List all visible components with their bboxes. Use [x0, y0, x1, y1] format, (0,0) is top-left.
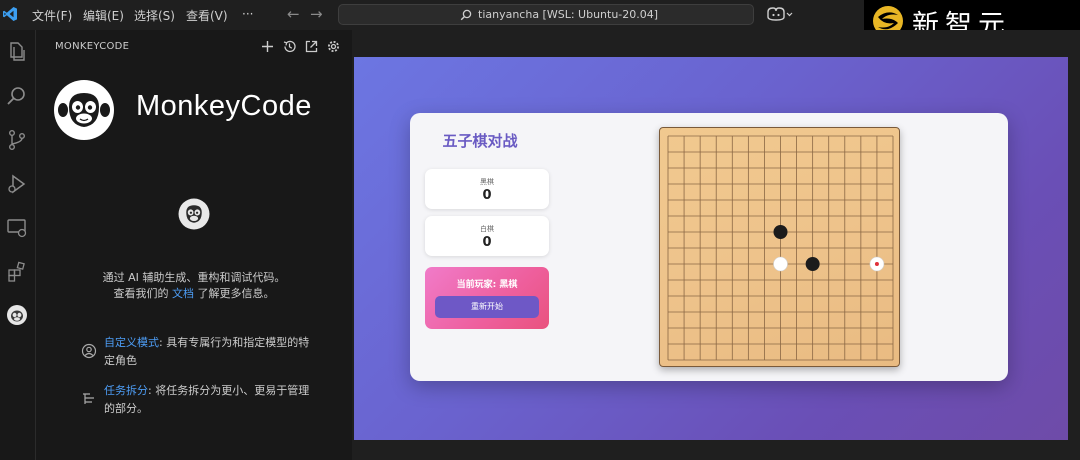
menu-file[interactable]: 文件(F) [32, 7, 72, 24]
brand-name: MonkeyCode [136, 90, 312, 122]
explorer-icon[interactable] [5, 40, 29, 64]
sidebar-title: MONKEYCODE [55, 41, 130, 52]
vscode-logo-icon[interactable] [2, 6, 18, 22]
remote-explorer-icon[interactable] [5, 216, 29, 240]
menu-edit[interactable]: 编辑(E) [83, 7, 124, 24]
forward-arrow-icon[interactable]: → [310, 5, 323, 23]
intro-docs-suffix: 了解更多信息。 [194, 287, 275, 300]
search-icon[interactable] [5, 84, 29, 108]
black-score-label: 黑棋 [480, 178, 494, 186]
white-score-label: 白棋 [480, 225, 494, 233]
last-move-marker [874, 262, 879, 266]
black-stone [773, 225, 788, 239]
feature-custom-mode: 自定义模式: 具有专属行为和指定模型的特定角色 [104, 334, 314, 370]
history-icon[interactable] [282, 39, 297, 54]
copilot-icon[interactable] [765, 6, 793, 22]
menu-selection[interactable]: 选择(S) [134, 7, 175, 24]
command-center-search[interactable]: tianyancha [WSL: Ubuntu-20.04] [338, 4, 754, 25]
person-circle-icon [81, 343, 97, 359]
extensions-icon[interactable] [5, 260, 29, 284]
current-player-panel: 当前玩家: 黑棋 重新开始 [425, 267, 549, 329]
intro-docs-prefix: 查看我们的 [113, 287, 172, 300]
intro-docs-line: 查看我们的 文档 了解更多信息。 [36, 285, 352, 301]
command-center-text: tianyancha [WSL: Ubuntu-20.04] [478, 8, 659, 21]
menu-view[interactable]: 查看(V) [186, 7, 228, 24]
monkeycode-icon[interactable] [5, 303, 29, 327]
run-debug-icon[interactable] [5, 172, 29, 196]
feature-custom-mode-title: 自定义模式 [104, 336, 159, 349]
intro-text: 通过 AI 辅助生成、重构和调试代码。 [102, 271, 286, 284]
white-score-value: 0 [482, 235, 492, 250]
current-player-label: 当前玩家: 黑棋 [456, 280, 518, 290]
feature-task-split-title: 任务拆分 [104, 384, 148, 397]
docs-link[interactable]: 文档 [172, 287, 194, 300]
activity-bar [0, 30, 36, 460]
search-icon [460, 9, 472, 21]
monkeycode-logo-icon [54, 80, 114, 140]
black-score-value: 0 [482, 188, 492, 203]
source-control-icon[interactable] [5, 128, 29, 152]
restart-button[interactable]: 重新开始 [435, 296, 539, 318]
sidebar-monkeycode: MONKEYCODE MonkeyCode 通过 AI 辅助生成、重构和调试代码… [36, 30, 352, 460]
back-arrow-icon[interactable]: ← [287, 5, 300, 23]
white-score-card: 白棋 0 [425, 216, 549, 256]
task-list-icon [83, 393, 94, 404]
open-external-icon[interactable] [304, 39, 319, 54]
white-stone [773, 256, 788, 272]
black-score-card: 黑棋 0 [425, 169, 549, 209]
game-title: 五子棋对战 [442, 132, 518, 150]
monkeycode-small-logo-icon [178, 198, 210, 230]
add-icon[interactable] [260, 39, 275, 54]
board-grid[interactable] [660, 128, 900, 367]
feature-task-split: 任务拆分: 将任务拆分为更小、更易于管理的部分。 [104, 382, 314, 418]
gear-icon[interactable] [326, 39, 341, 54]
black-stone [805, 257, 820, 271]
menu-more[interactable]: ··· [242, 7, 253, 21]
gomoku-board[interactable] [659, 127, 900, 367]
